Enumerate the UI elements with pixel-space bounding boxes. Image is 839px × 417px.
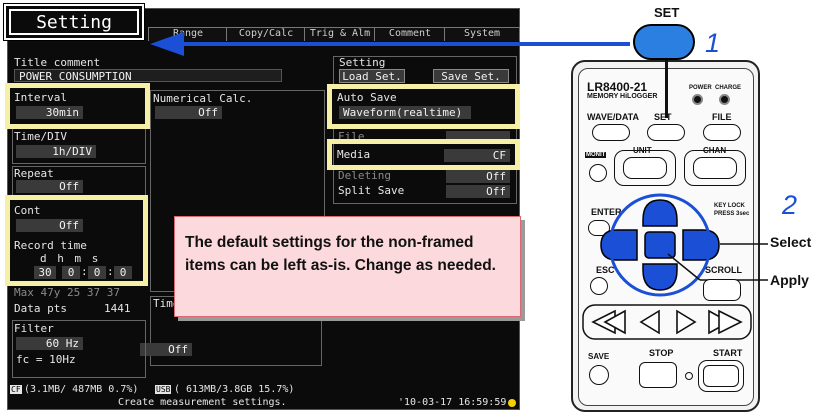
wave-data-button[interactable] <box>592 124 630 141</box>
time-div-label: Time/DIV <box>14 130 67 143</box>
interval-field[interactable]: 30min <box>16 106 83 119</box>
split-save-field[interactable]: Off <box>446 185 510 198</box>
save-settings-button[interactable]: Save Set. <box>433 69 509 83</box>
select-label: Select <box>770 234 812 250</box>
time-field[interactable]: Off <box>140 343 192 356</box>
setting-title-text: Setting <box>36 12 112 33</box>
file-button[interactable] <box>703 124 741 141</box>
title-comment-label: Title comment <box>14 56 101 69</box>
clock: '10-03-17 16:59:59 <box>398 397 507 408</box>
charge-label: CHARGE <box>715 85 742 91</box>
data-pts-value: 1441 <box>104 302 131 315</box>
clock-indicator-icon <box>508 399 516 407</box>
usb-status: ( 613MB/3.8GB 15.7%) <box>174 384 295 395</box>
step-back-icon[interactable] <box>639 309 660 335</box>
forward-fast-icon-2 <box>718 309 743 335</box>
repeat-field[interactable]: Off <box>16 180 83 193</box>
step-1-label: 1 <box>705 28 721 58</box>
stop-button[interactable] <box>639 362 677 388</box>
start-led-icon <box>685 372 693 380</box>
max-line: Max 47y 25 37 37 <box>14 286 120 299</box>
transport-buttons <box>582 304 752 340</box>
save-button[interactable] <box>589 365 609 385</box>
load-settings-button[interactable]: Load Set. <box>339 69 405 83</box>
numerical-calc-label: Numerical Calc. <box>153 92 253 105</box>
cf-status: (3.1MB/ 487MB 0.7%) <box>24 384 139 395</box>
scroll-button[interactable] <box>703 279 741 301</box>
wave-data-label: WAVE/DATA <box>587 112 639 122</box>
chan-selector[interactable] <box>693 157 737 179</box>
media-field[interactable]: CF <box>444 149 510 162</box>
deleting-field[interactable]: Off <box>446 170 510 183</box>
set-button[interactable] <box>647 124 685 141</box>
dpad-up-button[interactable] <box>642 199 678 227</box>
file-button-label: FILE <box>712 112 732 122</box>
device-model: LR8400-21 <box>587 80 648 94</box>
charge-led-icon <box>719 94 730 105</box>
set-button-label: SET <box>654 112 672 122</box>
device-model-sub: MEMORY HiLOGGER <box>587 93 658 100</box>
media-label: Media <box>337 148 371 161</box>
unit-selector[interactable] <box>623 157 667 179</box>
status-message: Create measurement settings. <box>118 397 287 408</box>
power-label: POWER <box>689 85 712 91</box>
monit-label: MONIT <box>585 152 607 158</box>
step-2-label: 2 <box>782 190 798 220</box>
numerical-calc-field[interactable]: Off <box>155 106 222 119</box>
filter-field[interactable]: 60 Hz <box>16 337 83 350</box>
set-top-button[interactable] <box>633 24 695 60</box>
start-label: START <box>713 348 743 358</box>
arrow-head <box>150 32 184 56</box>
data-pts-label: Data pts <box>14 302 67 315</box>
interval-label: Interval <box>14 91 67 104</box>
stop-label: STOP <box>649 348 674 358</box>
usb-status-tag: USB <box>155 385 172 394</box>
split-save-label: Split Save <box>338 184 405 197</box>
fc-value: fc = 10Hz <box>16 353 76 366</box>
step-forward-icon[interactable] <box>676 309 697 335</box>
time-div-field[interactable]: 1h/DIV <box>16 145 96 158</box>
set-connector-line <box>665 60 668 118</box>
save-label: SAVE <box>588 352 610 361</box>
deleting-label: Deleting <box>338 169 391 182</box>
callout-note: The default settings for the non-framed … <box>174 216 521 317</box>
cf-status-tag: CF <box>10 385 22 394</box>
repeat-label: Repeat <box>14 167 54 180</box>
filter-label: Filter <box>14 322 54 335</box>
auto-save-label: Auto Save <box>337 91 397 104</box>
title-comment-field[interactable]: POWER CONSUMPTION <box>14 69 282 83</box>
setting-title-inner: Setting <box>9 9 139 35</box>
set-top-label: SET <box>654 5 680 20</box>
callout-text: The default settings for the non-framed … <box>185 234 496 274</box>
dpad-left-button[interactable] <box>600 229 638 261</box>
highlight-cont-record <box>5 195 148 286</box>
setting-title-tab[interactable]: Setting <box>3 3 145 41</box>
apply-label: Apply <box>770 272 809 288</box>
start-button-inner <box>703 365 739 387</box>
monit-button[interactable] <box>589 164 607 182</box>
setting-label: Setting <box>339 56 386 69</box>
auto-save-field[interactable]: Waveform(realtime) <box>339 106 471 119</box>
power-led-icon <box>692 94 703 105</box>
